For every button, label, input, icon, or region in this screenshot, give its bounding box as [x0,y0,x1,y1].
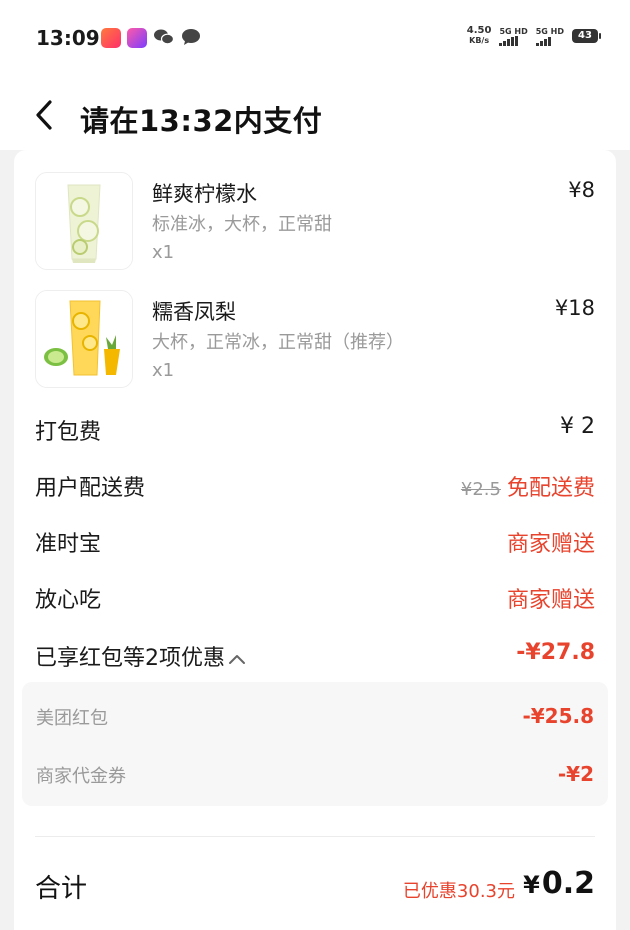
discount-summary-value: -¥27.8 [516,640,595,665]
product-image [35,172,133,270]
status-time: 13:09 [36,26,100,50]
packing-fee-value: ¥ 2 [560,414,595,439]
signal-bars-icon [535,36,551,46]
signal-1: 5G HD [499,26,528,46]
signal-2-label: 5G HD [535,26,564,36]
packing-fee-row: 打包费 ¥ 2 [35,414,595,445]
total-currency: ¥ [523,871,540,899]
packing-fee-label: 打包费 [35,420,102,445]
total-amount-value: 0.2 [541,866,595,901]
product-spec: 大杯，正常冰，正常甜（推荐） [152,332,404,353]
app-notification-icon [101,28,121,48]
voucher-value: -¥2 [557,762,594,786]
product-name: 糯香凤梨 [152,300,236,324]
total-amount: ¥0.2 [523,866,595,901]
wechat-icon [153,28,175,46]
status-notification-icons [101,28,201,48]
page-header: 请在13:32内支付 [0,78,630,150]
redpack-row: 美团红包 -¥25.8 [36,704,594,730]
page-title: 请在13:32内支付 [80,104,323,138]
food-safety-value: 商家赠送 [506,588,595,613]
status-bar: 13:09 4.50 KB/s 5G HD 5G HD 43 [0,0,630,78]
back-button[interactable] [30,98,60,132]
discount-summary-label-group: 已享红包等2项优惠 [35,640,247,672]
product-price: ¥8 [568,178,595,202]
redpack-value: -¥25.8 [522,704,594,728]
signal-bars-icon [499,35,519,46]
product-quantity: x1 [152,242,175,263]
network-speed: 4.50 KB/s [467,26,492,46]
chevron-left-icon [36,100,52,130]
product-image [35,290,133,388]
product-name: 鲜爽柠檬水 [152,182,257,206]
delivery-fee-value: 免配送费 [506,476,595,501]
product-price: ¥18 [554,296,595,320]
network-speed-unit: KB/s [469,36,490,45]
network-speed-value: 4.50 [466,25,492,36]
signal-2: 5G HD [535,26,564,46]
signal-1-label: 5G HD [499,26,528,36]
food-safety-row[interactable]: 放心吃 商家赠送 [35,582,595,613]
food-safety-label: 放心吃 [35,588,102,613]
voucher-row: 商家代金券 -¥2 [36,762,594,788]
message-icon [181,28,201,48]
product-quantity: x1 [152,360,175,381]
status-system-icons: 4.50 KB/s 5G HD 5G HD 43 [467,26,601,46]
redpack-label: 美团红包 [36,708,108,729]
delivery-fee-label: 用户配送费 [35,476,146,501]
mark-app-notification-icon [127,28,147,48]
order-item[interactable]: 糯香凤梨 大杯，正常冰，正常甜（推荐） x1 ¥18 [35,290,595,388]
total-label: 合计 [35,874,88,904]
order-item[interactable]: 鲜爽柠檬水 标准冰，大杯，正常甜 x1 ¥8 [35,172,595,270]
discount-summary-row[interactable]: 已享红包等2项优惠 -¥27.8 [35,640,595,672]
delivery-fee-row: 用户配送费 ¥2.5 免配送费 [35,470,595,502]
delivery-fee-original: ¥2.5 [460,479,501,500]
battery-icon: 43 [572,29,601,43]
voucher-label: 商家代金券 [36,766,126,787]
total-row: 合计 已优惠30.3元 ¥0.2 [35,866,595,908]
total-saved: 已优惠30.3元 [402,881,515,902]
divider [35,836,595,837]
discount-summary-label: 已享红包等2项优惠 [35,646,225,671]
product-spec: 标准冰，大杯，正常甜 [152,214,332,235]
order-card: 鲜爽柠檬水 标准冰，大杯，正常甜 x1 ¥8 糯香凤梨 大杯，正常冰，正常甜（推… [14,150,616,930]
delivery-fee-value-group: ¥2.5 免配送费 [461,470,595,502]
discount-breakdown: 美团红包 -¥25.8 商家代金券 -¥2 [22,682,608,806]
chevron-up-icon [229,655,245,664]
ontime-guarantee-label: 准时宝 [35,532,102,557]
ontime-guarantee-row[interactable]: 准时宝 商家赠送 [35,526,595,557]
ontime-guarantee-value: 商家赠送 [506,532,595,557]
